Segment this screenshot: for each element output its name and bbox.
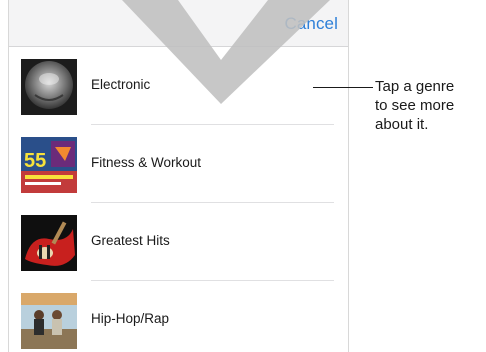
greatest-hits-album-art: [21, 215, 77, 271]
hip-hop-album-art: [21, 293, 77, 349]
callout-line: Tap a genre: [375, 78, 455, 95]
callout-text: Tap a genre to see more about it.: [375, 77, 486, 134]
genre-row-hip-hop-rap[interactable]: Hip-Hop/Rap: [9, 281, 348, 352]
genre-label: Greatest Hits: [91, 233, 170, 248]
callout-line: to see more: [375, 97, 455, 114]
callout-leader-line: [313, 87, 373, 88]
electronic-album-art: [21, 59, 77, 115]
callout-line: about it.: [375, 116, 429, 133]
genre-label: Hip-Hop/Rap: [91, 311, 170, 326]
genre-label: Fitness & Workout: [91, 155, 202, 170]
svg-text:55: 55: [24, 150, 46, 172]
picker-header: Cancel: [9, 0, 348, 47]
genre-label: Electronic: [91, 77, 151, 92]
cancel-button[interactable]: Cancel: [284, 14, 338, 34]
genre-row-electronic[interactable]: Electronic: [9, 47, 348, 127]
genre-picker-panel: Cancel Electronic 55 Fitness & Workout G…: [8, 0, 349, 352]
genre-row-greatest-hits[interactable]: Greatest Hits: [9, 203, 348, 283]
genre-row-fitness-workout[interactable]: 55 Fitness & Workout: [9, 125, 348, 205]
fitness-album-art: 55: [21, 137, 77, 193]
